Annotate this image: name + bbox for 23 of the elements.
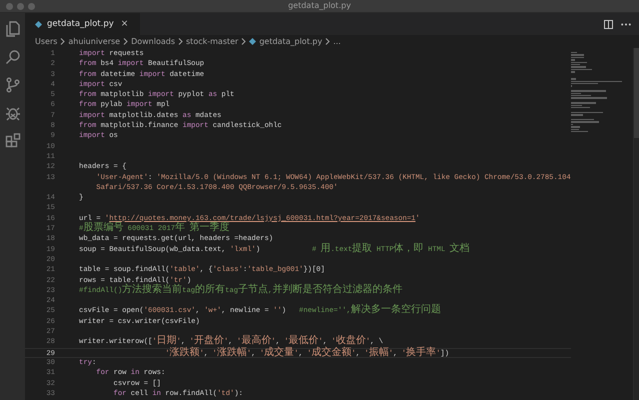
close-tab-button[interactable]: × <box>118 19 130 29</box>
extensions-icon[interactable] <box>4 133 20 149</box>
chevron-icon <box>123 38 128 45</box>
window-title: getdata_plot.py <box>288 1 351 10</box>
more-actions-icon[interactable] <box>621 22 631 26</box>
breadcrumb-item[interactable]: Downloads <box>131 37 176 46</box>
search-icon[interactable] <box>4 49 20 65</box>
files-icon[interactable] <box>4 21 20 37</box>
python-file-icon <box>35 20 42 28</box>
breadcrumb-item[interactable]: ahuiuniverse <box>68 37 120 46</box>
breadcrumb-more[interactable]: ... <box>333 37 341 46</box>
bug-icon[interactable] <box>4 105 20 121</box>
split-editor-icon[interactable] <box>604 20 613 28</box>
chevron-icon <box>241 38 246 45</box>
breadcrumb-item[interactable]: stock-master <box>186 37 238 46</box>
breadcrumb-item[interactable]: getdata_plot.py <box>259 37 322 46</box>
editor-tab[interactable]: getdata_plot.py × <box>25 13 140 35</box>
chevron-icon <box>178 38 184 45</box>
chevron-icon <box>60 38 66 45</box>
chevron-icon <box>325 38 330 45</box>
source-control-icon[interactable] <box>4 77 20 93</box>
python-file-icon <box>249 38 256 45</box>
breadcrumb-item[interactable]: Users <box>35 37 58 46</box>
